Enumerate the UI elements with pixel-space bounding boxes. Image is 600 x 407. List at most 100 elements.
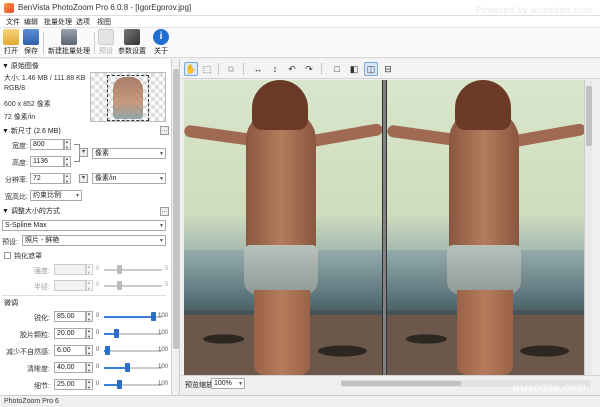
- chevron-down-icon: ▼: [75, 193, 80, 199]
- fine-tune-input[interactable]: 25.00: [54, 379, 86, 390]
- fine-tune-max: 100: [158, 381, 169, 387]
- radius-slider-thumb[interactable]: [117, 281, 122, 290]
- aspect-ratio-select[interactable]: 约束比例 ▼: [30, 190, 82, 201]
- source-dimensions: 600 x 852 像素: [4, 101, 51, 108]
- chevron-down-icon: ▼: [159, 151, 164, 157]
- fine-tune-input[interactable]: 20.00: [54, 328, 86, 339]
- radius-label: 半径:: [34, 284, 50, 291]
- fine-tune-slider-thumb[interactable]: [114, 329, 119, 338]
- height-stepper[interactable]: [64, 156, 71, 167]
- algorithm-select[interactable]: S-Spline Max ▼: [2, 220, 166, 231]
- menu-file[interactable]: 文件: [4, 17, 22, 27]
- fine-tune-stepper[interactable]: [86, 328, 93, 339]
- fine-tune-min: 0: [96, 313, 100, 319]
- split-view-icon[interactable]: ◧: [347, 62, 361, 76]
- crop-icon[interactable]: ⧉: [224, 62, 238, 76]
- fine-tune-input[interactable]: 40.00: [54, 362, 86, 373]
- height-input[interactable]: 1136: [30, 156, 64, 167]
- strength-min: 0: [96, 266, 100, 272]
- fine-tune-max: 100: [158, 313, 169, 319]
- menu-batch[interactable]: 批量处理: [42, 17, 74, 27]
- strength-max: 5: [165, 266, 169, 272]
- selection-tool-icon[interactable]: ⬚: [200, 62, 214, 76]
- fine-tune-slider-thumb[interactable]: [151, 312, 156, 321]
- fine-tune-slider-thumb[interactable]: [117, 380, 122, 389]
- newsize-options-button[interactable]: …: [160, 126, 169, 135]
- separator: [243, 63, 244, 75]
- hand-tool-icon[interactable]: ✋: [184, 62, 198, 76]
- resolution-unit-select[interactable]: 像素/in ▼: [92, 173, 166, 184]
- fine-tune-stepper[interactable]: [86, 362, 93, 373]
- strength-input[interactable]: [54, 264, 86, 275]
- constrain-toggle[interactable]: ▾: [79, 148, 88, 157]
- new-batch-button[interactable]: 新建批量处理: [47, 29, 91, 57]
- panel-scroll-thumb[interactable]: [173, 69, 179, 349]
- aspect-ratio-label: 宽高比:: [5, 194, 28, 201]
- radius-max: 5: [165, 282, 169, 288]
- preview-zoom-select[interactable]: 100% ▼: [211, 378, 245, 389]
- rotate-left-icon[interactable]: ↶: [285, 62, 299, 76]
- height-label: 高度:: [12, 160, 28, 167]
- preset-button[interactable]: 预设: [97, 29, 115, 57]
- fine-tune-slider-thumb[interactable]: [125, 363, 130, 372]
- preset-label: 预设:: [2, 239, 18, 246]
- about-button[interactable]: i 关于: [152, 29, 170, 57]
- separator: [321, 63, 322, 75]
- width-input[interactable]: 800: [30, 139, 64, 150]
- fine-tune-slider-track[interactable]: [104, 350, 162, 352]
- section-source-header[interactable]: ▼ 原始图像: [2, 61, 39, 71]
- fine-tune-slider-thumb[interactable]: [105, 346, 110, 355]
- save-button[interactable]: 保存: [22, 29, 40, 57]
- radius-input[interactable]: [54, 280, 86, 291]
- fine-tune-stepper[interactable]: [86, 345, 93, 356]
- fit-height-icon[interactable]: ↕: [268, 62, 282, 76]
- section-method-header[interactable]: ▼ 调整大小的方式: [2, 206, 60, 216]
- status-text: PhotoZoom Pro 6: [4, 398, 59, 405]
- radius-slider-track[interactable]: [104, 285, 162, 287]
- toolbar-separator: [94, 32, 95, 54]
- resolution-stepper[interactable]: [64, 173, 71, 184]
- fine-tune-stepper[interactable]: [86, 379, 93, 390]
- horizontal-scroll-thumb[interactable]: [341, 381, 461, 386]
- main-toolbar: 打开 保存 新建批量处理 预设 参数设置 i 关于: [0, 28, 600, 58]
- side-by-side-icon[interactable]: ◫: [364, 62, 378, 76]
- figure-legs: [457, 290, 513, 375]
- unsharp-checkbox[interactable]: [4, 252, 11, 259]
- chevron-down-icon: ▼: [159, 223, 164, 229]
- menu-view[interactable]: 视图: [95, 17, 113, 27]
- result-photo: [387, 80, 584, 375]
- radius-stepper[interactable]: [86, 280, 93, 291]
- strength-stepper[interactable]: [86, 264, 93, 275]
- unit-select[interactable]: 像素 ▼: [92, 148, 166, 159]
- strength-slider-thumb[interactable]: [117, 265, 122, 274]
- strength-slider-track[interactable]: [104, 269, 162, 271]
- vertical-scroll-thumb[interactable]: [586, 86, 592, 146]
- rotate-right-icon[interactable]: ↷: [302, 62, 316, 76]
- menu-edit[interactable]: 编辑: [22, 17, 40, 27]
- section-newsize-header[interactable]: ▼ 新尺寸 (2.6 MB): [2, 126, 61, 136]
- stacked-view-icon[interactable]: ⊟: [381, 62, 395, 76]
- image-viewport[interactable]: [184, 80, 584, 375]
- viewport-vertical-scrollbar[interactable]: [584, 80, 592, 375]
- result-pane[interactable]: [386, 80, 584, 375]
- fine-tune-stepper[interactable]: [86, 311, 93, 322]
- width-stepper[interactable]: [64, 139, 71, 150]
- preset-select[interactable]: 照片 - 鲜艳 ▼: [22, 235, 166, 246]
- source-thumbnail[interactable]: [90, 72, 166, 122]
- open-button[interactable]: 打开: [2, 29, 20, 57]
- fine-tune-input[interactable]: 85.00: [54, 311, 86, 322]
- watermark-bottom: wusedao.com: [512, 382, 586, 394]
- fit-width-icon[interactable]: ↔: [251, 62, 265, 76]
- single-view-icon[interactable]: □: [330, 62, 344, 76]
- parameter-settings-button[interactable]: 参数设置: [118, 29, 146, 57]
- radius-min: 0: [96, 282, 100, 288]
- fine-tune-input[interactable]: 6.00: [54, 345, 86, 356]
- original-pane[interactable]: [184, 80, 383, 375]
- method-options-button[interactable]: …: [160, 207, 169, 216]
- panel-scrollbar[interactable]: [172, 59, 180, 395]
- fine-tune-label: 清晰度:: [27, 366, 50, 373]
- menu-options[interactable]: 选项: [74, 17, 92, 27]
- resolution-input[interactable]: 72: [30, 173, 64, 184]
- resolution-toggle[interactable]: ▾: [79, 174, 88, 183]
- thumbnail-selection[interactable]: [107, 75, 149, 121]
